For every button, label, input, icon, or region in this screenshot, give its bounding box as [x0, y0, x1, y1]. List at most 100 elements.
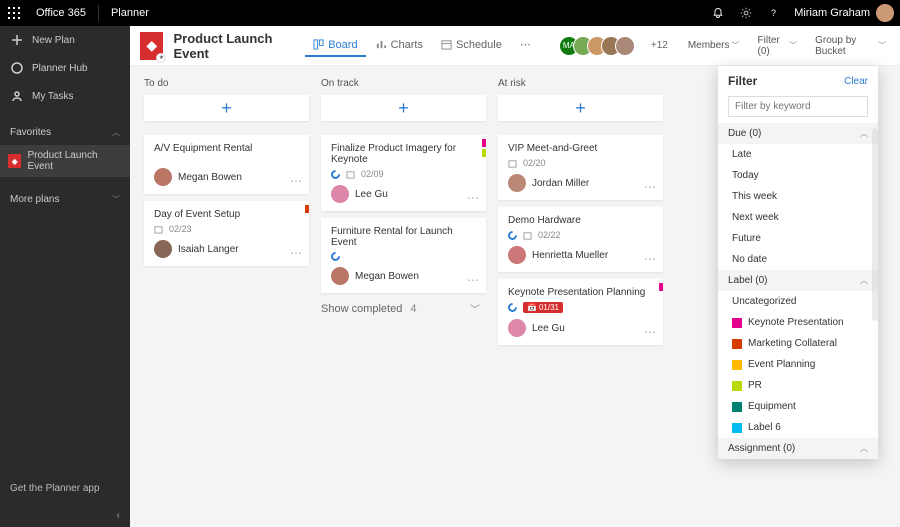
chevron-up-icon: ︿: [860, 443, 868, 454]
filter-section-assignment[interactable]: Assignment (0) ︿: [718, 438, 878, 459]
brand-office365[interactable]: Office 365: [28, 7, 94, 19]
filter-option-no-date[interactable]: No date: [718, 249, 878, 270]
filter-title: Filter: [728, 74, 757, 88]
more-plans-label: More plans: [10, 194, 59, 205]
filter-option-label1[interactable]: Keynote Presentation: [718, 312, 878, 333]
bucket-title: At risk: [498, 78, 663, 89]
assignee-avatar: [508, 319, 526, 337]
filter-option-label4[interactable]: PR: [718, 375, 878, 396]
task-card[interactable]: VIP Meet-and-Greet 02/20 Jordan Miller ⋯: [498, 135, 663, 200]
task-card[interactable]: Day of Event Setup 02/23 Isaiah Langer ⋯: [144, 201, 309, 266]
filter-panel: Filter Clear Due (0) ︿ Late Today This w…: [718, 66, 878, 459]
filter-section-label[interactable]: Label (0) ︿: [718, 270, 878, 291]
assignee-name: Lee Gu: [532, 323, 565, 334]
settings-icon[interactable]: [732, 7, 760, 19]
progress-icon: [329, 250, 342, 263]
filter-option-late[interactable]: Late: [718, 144, 878, 165]
favorite-plan-item[interactable]: ◆ Product Launch Event: [0, 145, 130, 177]
filter-option-uncategorized[interactable]: Uncategorized: [718, 291, 878, 312]
assignee-name: Megan Bowen: [355, 271, 419, 282]
task-card[interactable]: A/V Equipment Rental Megan Bowen ⋯: [144, 135, 309, 194]
tab-charts[interactable]: Charts: [368, 34, 431, 57]
task-card[interactable]: Keynote Presentation Planning 📅 01/31 Le…: [498, 279, 663, 345]
collapse-sidebar-button[interactable]: ‹: [0, 504, 130, 527]
filter-section-due[interactable]: Due (0) ︿: [718, 123, 878, 144]
help-icon[interactable]: ?: [760, 7, 788, 19]
task-title: Day of Event Setup: [154, 209, 299, 220]
task-card[interactable]: Furniture Rental for Launch Event Megan …: [321, 218, 486, 293]
filter-clear-button[interactable]: Clear: [844, 76, 868, 87]
filter-option-next-week[interactable]: Next week: [718, 207, 878, 228]
calendar-icon: [508, 159, 517, 168]
card-label-stripe: [482, 139, 486, 159]
board-icon: [313, 39, 324, 50]
app-launcher[interactable]: [0, 0, 28, 26]
progress-icon: [506, 301, 519, 314]
my-tasks-label: My Tasks: [32, 91, 74, 102]
task-title: A/V Equipment Rental: [154, 143, 299, 154]
new-plan-label: New Plan: [32, 35, 75, 46]
label-swatch: [732, 381, 742, 391]
task-date: 02/09: [361, 169, 384, 179]
card-more-icon[interactable]: ⋯: [290, 246, 303, 260]
more-tabs-button[interactable]: ⋯: [512, 34, 539, 57]
scrollbar[interactable]: [872, 128, 878, 449]
task-card[interactable]: Demo Hardware 02/22 Henrietta Mueller ⋯: [498, 207, 663, 272]
favorite-star-icon[interactable]: ★: [156, 53, 166, 63]
card-more-icon[interactable]: ⋯: [644, 180, 657, 194]
card-more-icon[interactable]: ⋯: [467, 273, 480, 287]
overdue-date-pill: 📅 01/31: [523, 302, 563, 313]
tab-schedule[interactable]: Schedule: [433, 34, 510, 57]
card-more-icon[interactable]: ⋯: [467, 191, 480, 205]
favorite-plan-label: Product Launch Event: [27, 150, 122, 172]
favorites-header[interactable]: Favorites ︿: [0, 120, 130, 145]
bucket-todo: To do + A/V Equipment Rental Megan Bowen…: [144, 78, 309, 515]
assignee-name: Lee Gu: [355, 189, 388, 200]
filter-option-this-week[interactable]: This week: [718, 186, 878, 207]
add-task-button[interactable]: +: [498, 95, 663, 121]
show-completed-toggle[interactable]: Show completed 4 ﹀: [321, 301, 486, 316]
bucket-atrisk: At risk + VIP Meet-and-Greet 02/20 Jorda…: [498, 78, 663, 515]
card-more-icon[interactable]: ⋯: [644, 252, 657, 266]
assignee-avatar: [331, 185, 349, 203]
assignee-avatar: [331, 267, 349, 285]
member-avatars[interactable]: MA: [559, 36, 635, 56]
filter-dropdown[interactable]: Filter (0)﹀: [754, 35, 802, 57]
task-card[interactable]: Finalize Product Imagery for Keynote 02/…: [321, 135, 486, 211]
add-task-button[interactable]: +: [321, 95, 486, 121]
plan-title: Product Launch Event: [173, 31, 289, 61]
filter-option-today[interactable]: Today: [718, 165, 878, 186]
filter-option-label6[interactable]: Label 6: [718, 417, 878, 438]
task-date: 02/20: [523, 158, 546, 168]
user-avatar: [876, 4, 894, 22]
add-task-button[interactable]: +: [144, 95, 309, 121]
app-name-planner[interactable]: Planner: [103, 7, 157, 19]
get-app-link[interactable]: Get the Planner app: [0, 473, 130, 504]
notifications-icon[interactable]: [704, 7, 732, 19]
label-swatch: [732, 318, 742, 328]
members-dropdown[interactable]: Members﹀: [684, 40, 744, 51]
task-date: 02/22: [538, 230, 561, 240]
filter-option-label3[interactable]: Event Planning: [718, 354, 878, 375]
plan-thumb-icon: ◆: [8, 154, 21, 168]
planner-hub-link[interactable]: Planner Hub: [0, 54, 130, 82]
filter-option-label2[interactable]: Marketing Collateral: [718, 333, 878, 354]
new-plan-button[interactable]: New Plan: [0, 26, 130, 54]
tab-board[interactable]: Board: [305, 34, 365, 57]
filter-option-label5[interactable]: Equipment: [718, 396, 878, 417]
task-title: Demo Hardware: [508, 215, 653, 226]
current-user[interactable]: Miriam Graham: [788, 4, 900, 22]
my-tasks-link[interactable]: My Tasks: [0, 82, 130, 110]
group-by-dropdown[interactable]: Group by Bucket﹀: [811, 35, 890, 57]
plan-header: ◆ ★ Product Launch Event Board Charts Sc…: [130, 26, 900, 66]
filter-keyword-input[interactable]: [728, 96, 868, 117]
card-label-stripe: [659, 283, 663, 293]
charts-icon: [376, 39, 387, 50]
calendar-icon: [346, 170, 355, 179]
filter-option-future[interactable]: Future: [718, 228, 878, 249]
more-plans-header[interactable]: More plans ﹀: [0, 187, 130, 212]
card-more-icon[interactable]: ⋯: [644, 325, 657, 339]
card-more-icon[interactable]: ⋯: [290, 174, 303, 188]
assignee-avatar: [154, 240, 172, 258]
plan-badge[interactable]: ◆ ★: [140, 32, 163, 60]
